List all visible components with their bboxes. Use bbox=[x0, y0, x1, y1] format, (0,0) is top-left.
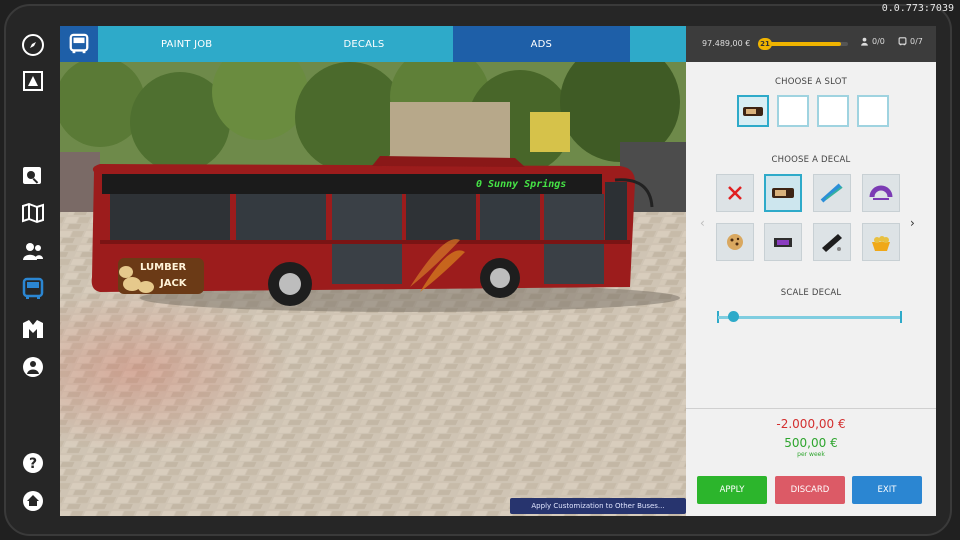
depot-icon[interactable] bbox=[20, 316, 46, 342]
decal-next-arrow[interactable]: › bbox=[910, 216, 915, 230]
map-icon[interactable] bbox=[20, 200, 46, 226]
globe-person-icon[interactable] bbox=[20, 354, 46, 380]
level-badge: 21 bbox=[758, 38, 772, 50]
tab-paint-job[interactable]: PAINT JOB bbox=[98, 26, 275, 62]
discard-button[interactable]: DISCARD bbox=[775, 476, 845, 504]
destination-sign: 0 Sunny Springs bbox=[476, 178, 566, 190]
drivers-count-label: 0/0 bbox=[872, 37, 885, 46]
drivers-icon[interactable] bbox=[20, 238, 46, 264]
bus-icon[interactable] bbox=[20, 276, 46, 302]
choose-slot-title: CHOOSE A SLOT bbox=[774, 77, 847, 87]
xp-bar-fill bbox=[766, 42, 842, 46]
decal-remove[interactable] bbox=[716, 174, 754, 212]
search-icon[interactable] bbox=[20, 162, 46, 188]
home-icon[interactable] bbox=[20, 488, 46, 514]
exit-button[interactable]: EXIT bbox=[852, 476, 922, 504]
tablet-frame: 0.0.773:7039 ? PAINT JOB DECALS ADS 97.4… bbox=[0, 0, 960, 540]
slot-3[interactable] bbox=[817, 95, 849, 127]
scale-slider-end bbox=[900, 311, 902, 323]
driver-icon bbox=[861, 37, 868, 46]
rainbow-logo-icon bbox=[869, 185, 893, 200]
scale-decal-title: SCALE DECAL bbox=[780, 288, 842, 298]
drivers-count: 0/0 bbox=[860, 37, 885, 46]
tab-bar-spacer bbox=[630, 26, 686, 62]
chocolate-bar-icon bbox=[743, 107, 763, 116]
cookie-icon bbox=[727, 234, 743, 250]
ad-text-line1: LUMBER bbox=[140, 262, 187, 273]
decal-rainbow[interactable] bbox=[862, 174, 900, 212]
slot-4[interactable] bbox=[857, 95, 889, 127]
sidebar: ? bbox=[12, 26, 54, 518]
nuts-bowl-icon bbox=[872, 236, 890, 251]
cost-value: -2.000,00 € bbox=[776, 417, 846, 431]
decal-chocolate-bar[interactable] bbox=[764, 174, 802, 212]
customization-panel: CHOOSE A SLOT CHOOSE A DECAL ‹ › SCALE D… bbox=[686, 62, 936, 516]
buses-count-label: 0/7 bbox=[910, 37, 923, 46]
income-value: 500,00 € bbox=[784, 436, 838, 450]
decal-prev-arrow[interactable]: ‹ bbox=[700, 216, 705, 230]
bus-tab-icon[interactable] bbox=[60, 26, 98, 62]
chocolate-bar-icon bbox=[772, 188, 794, 198]
status-bar: 97.489,00 € 21 0/0 0/7 bbox=[686, 26, 936, 62]
decal-candy-bar[interactable] bbox=[764, 223, 802, 261]
small-bus-icon bbox=[898, 37, 907, 46]
per-week-label: per week bbox=[797, 451, 825, 458]
decal-toothbrush[interactable] bbox=[813, 174, 851, 212]
scale-slider-handle[interactable] bbox=[727, 311, 739, 322]
compass-icon[interactable] bbox=[20, 32, 46, 58]
ad-text-line2: JACK bbox=[159, 278, 188, 289]
svg-text:?: ? bbox=[29, 456, 37, 472]
money-display: 97.489,00 € bbox=[702, 39, 751, 48]
panel-divider bbox=[686, 408, 936, 409]
xp-bar bbox=[766, 42, 848, 46]
decal-cookie[interactable] bbox=[716, 223, 754, 261]
decal-nuts[interactable] bbox=[862, 223, 900, 261]
game-viewport[interactable]: LUMBER JACK 0 Sunny Springs bbox=[60, 62, 686, 516]
decal-black-bar[interactable] bbox=[813, 223, 851, 261]
toothbrush-icon bbox=[820, 183, 843, 203]
slot-1[interactable] bbox=[737, 95, 769, 127]
candy-bar-icon bbox=[774, 238, 792, 247]
choose-decal-title: CHOOSE A DECAL bbox=[771, 155, 851, 165]
apply-to-other-buses-button[interactable]: Apply Customization to Other Buses... bbox=[510, 498, 686, 514]
scale-slider-track[interactable] bbox=[718, 316, 902, 319]
black-bar-icon bbox=[822, 234, 842, 252]
buses-count: 0/7 bbox=[898, 37, 923, 46]
tab-decals[interactable]: DECALS bbox=[275, 26, 452, 62]
map-pin-icon[interactable] bbox=[20, 68, 46, 94]
help-icon[interactable]: ? bbox=[20, 450, 46, 476]
slot-2[interactable] bbox=[777, 95, 809, 127]
tab-ads[interactable]: ADS bbox=[452, 26, 630, 62]
version-label: 0.0.773:7039 bbox=[881, 3, 954, 14]
apply-button[interactable]: APPLY bbox=[697, 476, 767, 504]
remove-decal-icon bbox=[728, 186, 742, 200]
tab-bar: PAINT JOB DECALS ADS bbox=[60, 26, 686, 62]
